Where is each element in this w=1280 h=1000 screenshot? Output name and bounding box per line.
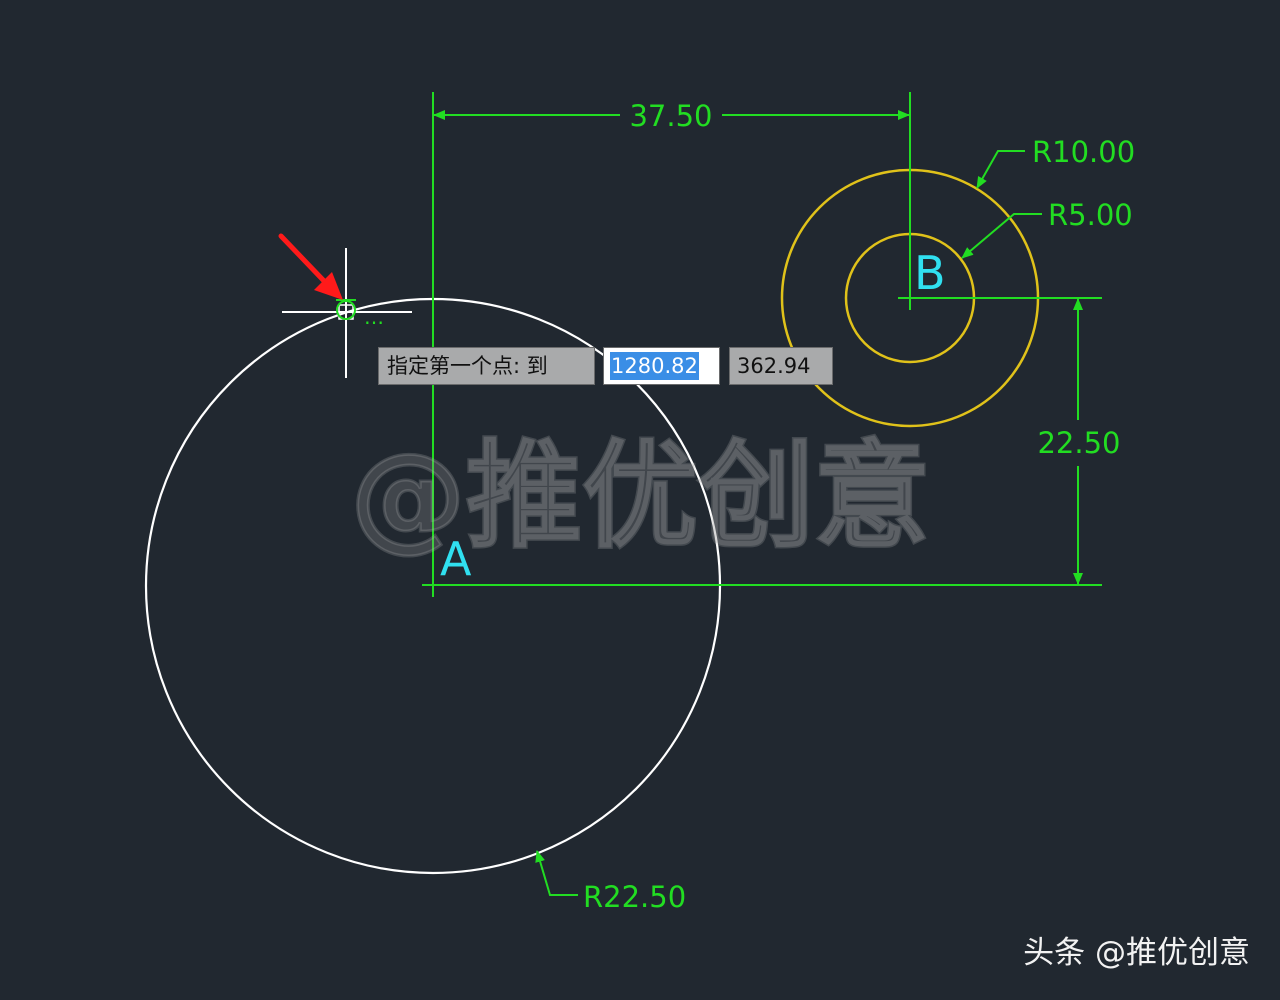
x-coordinate-input[interactable]: 1280.82 — [603, 347, 720, 385]
y-coordinate-value: 362.94 — [737, 354, 811, 378]
dimension-horizontal-text: 37.50 — [629, 99, 712, 133]
radius-leader-outer-b: R10.00 — [976, 135, 1135, 189]
red-arrow-icon — [278, 233, 343, 300]
corner-credit: 头条 @推优创意 — [1023, 935, 1250, 971]
radius-a-text: R22.50 — [583, 880, 686, 914]
radius-leader-inner-b: R5.00 — [961, 198, 1133, 259]
radius-outer-b-text: R10.00 — [1032, 135, 1135, 169]
dynamic-input-prompt: 指定第一个点: 到 — [378, 347, 595, 385]
watermark: @推优创意 — [350, 429, 930, 564]
x-coordinate-value: 1280.82 — [610, 352, 699, 380]
snap-marker-dots: … — [364, 305, 384, 329]
radius-leader-a: R22.50 — [535, 850, 686, 914]
dimension-vertical-text: 22.50 — [1037, 426, 1120, 460]
radius-inner-b-text: R5.00 — [1048, 198, 1133, 232]
dynamic-input-prompt-text: 指定第一个点: 到 — [387, 354, 548, 378]
point-label-b: B — [914, 246, 946, 300]
y-coordinate-input[interactable]: 362.94 — [729, 347, 833, 385]
cad-drawing-canvas[interactable]: 37.50 22.50 R10.00 R5.00 R22.50 A B @推优创… — [0, 0, 1280, 1000]
